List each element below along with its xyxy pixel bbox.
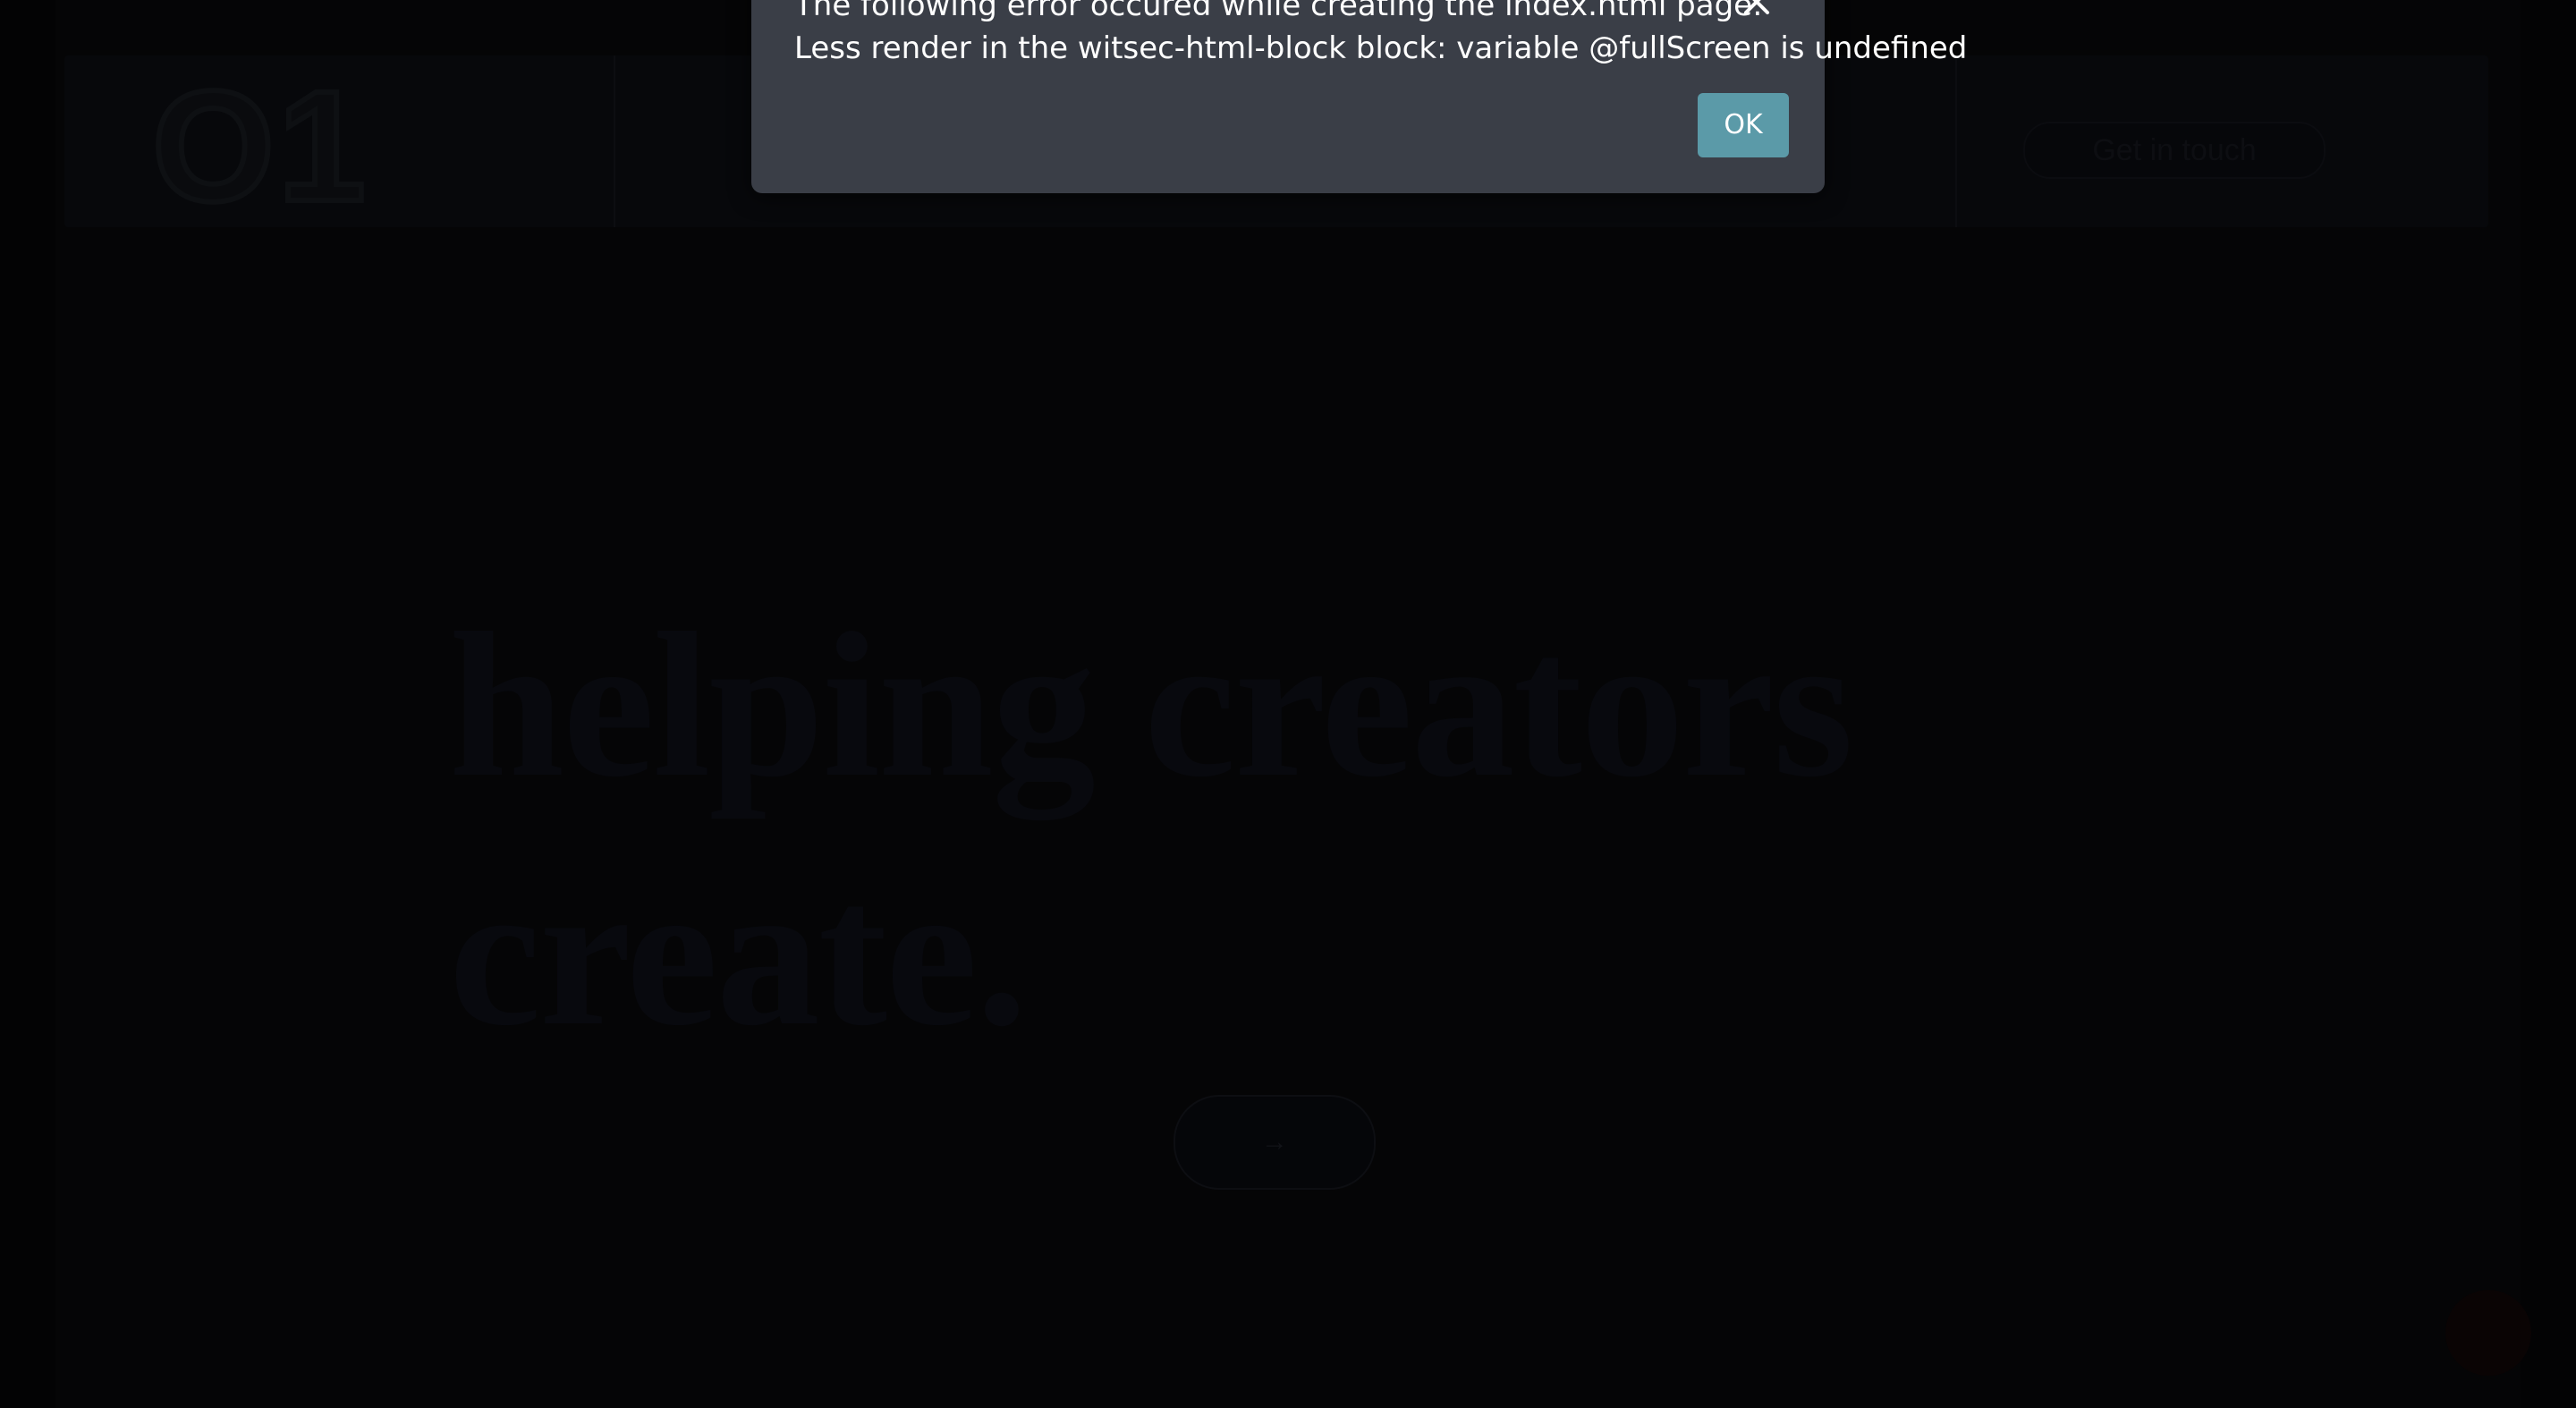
- header-divider: [614, 55, 615, 227]
- error-dialog: The following error occured while creati…: [751, 0, 1967, 193]
- site-logo: O1: [149, 59, 369, 234]
- dialog-title: The following error occured while creati…: [794, 0, 1763, 23]
- close-icon-glyph: [1744, 0, 1769, 14]
- hero-title-line: helping creators: [449, 590, 1853, 820]
- page: O1 Get in touch helping creators create.…: [0, 0, 2576, 1408]
- close-icon[interactable]: [1735, 0, 1778, 23]
- hero-title-line: create.: [449, 839, 1028, 1069]
- header-divider: [1955, 55, 1957, 227]
- hero-arrow-button[interactable]: →: [1174, 1095, 1376, 1190]
- chat-widget-button[interactable]: [2445, 1290, 2531, 1376]
- ok-button[interactable]: OK: [1698, 93, 1789, 157]
- hero-title: helping creators create.: [449, 581, 1853, 1079]
- get-in-touch-button[interactable]: Get in touch: [2023, 122, 2326, 179]
- error-message: Less render in the witsec-html-block blo…: [794, 30, 1968, 66]
